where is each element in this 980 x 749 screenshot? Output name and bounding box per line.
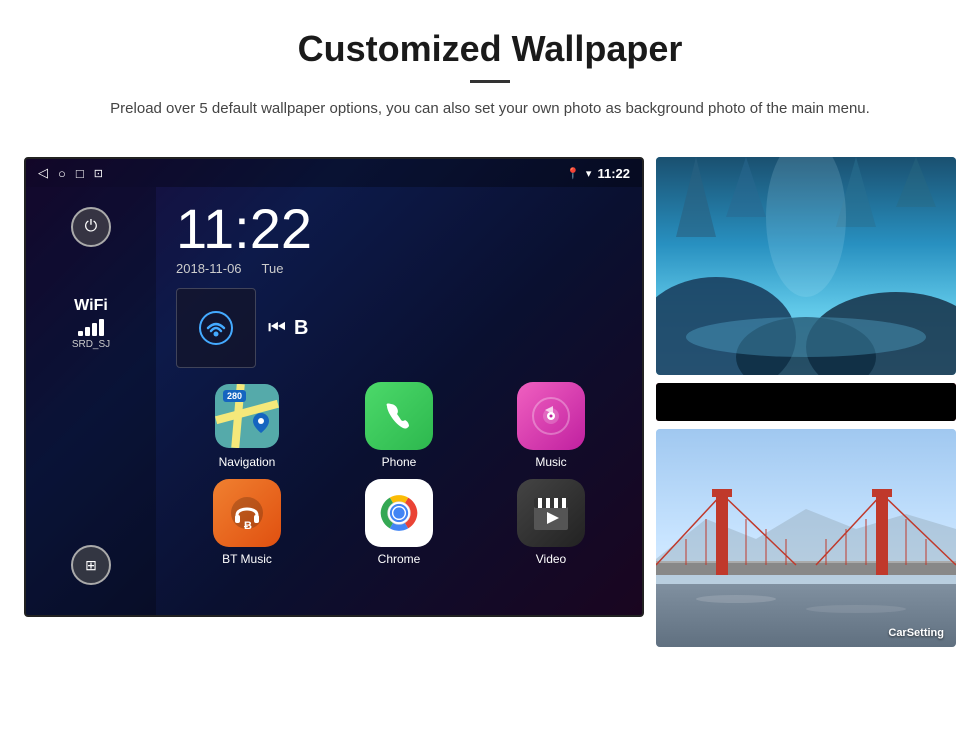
btmusic-label: BT Music	[222, 552, 272, 566]
phone-icon	[365, 382, 433, 450]
wallpaper-ice[interactable]	[656, 157, 956, 375]
ice-wallpaper-svg	[656, 157, 956, 375]
power-button[interactable]: ⏻	[71, 207, 111, 247]
wallpaper-partial	[656, 383, 956, 421]
back-icon[interactable]: ◁	[38, 165, 48, 181]
page-description: Preload over 5 default wallpaper options…	[100, 97, 880, 121]
power-icon: ⏻	[85, 218, 98, 236]
wifi-widget: WiFi SRD_SJ	[72, 297, 110, 350]
chrome-icon	[365, 479, 433, 547]
apps-button[interactable]: ⊞	[71, 545, 111, 585]
music-label: Music	[535, 455, 566, 469]
wifi-bar-2	[85, 327, 90, 336]
partial-wallpaper-svg	[656, 383, 956, 421]
status-time: 11:22	[597, 166, 630, 181]
home-icon[interactable]: ○	[58, 166, 66, 181]
recents-icon[interactable]: □	[76, 166, 84, 181]
page-title: Customized Wallpaper	[60, 28, 920, 70]
prev-track-icon[interactable]: ⏮	[268, 317, 286, 340]
carsetting-label: CarSetting	[888, 627, 944, 639]
video-icon	[517, 479, 585, 547]
media-controls: ⏮ B	[268, 317, 308, 340]
left-sidebar: ⏻ WiFi SRD_SJ ⊞	[26, 187, 156, 615]
status-bar-left: ◁ ○ □ ⊡	[38, 165, 103, 181]
wifi-status-icon: ▾	[586, 167, 592, 180]
app-grid: 280 Navigation	[156, 372, 642, 576]
widget-row: ⏮ B	[156, 284, 642, 372]
clock-date-value: 2018-11-06	[176, 261, 242, 276]
android-screen: ◁ ○ □ ⊡ 📍 ▾ 11:22 ⏻ WiFi	[24, 157, 644, 617]
app-item-phone[interactable]: Phone	[328, 382, 470, 469]
status-bar-right: 📍 ▾ 11:22	[566, 166, 630, 181]
nav-pin	[253, 408, 269, 440]
video-svg	[528, 490, 574, 536]
screenshot-icon[interactable]: ⊡	[94, 167, 103, 180]
bluetooth-icon: B	[294, 317, 308, 340]
app-item-music[interactable]: Music	[480, 382, 622, 469]
app-item-navigation[interactable]: 280 Navigation	[176, 382, 318, 469]
wifi-ssid: SRD_SJ	[72, 339, 110, 350]
content-area: ◁ ○ □ ⊡ 📍 ▾ 11:22 ⏻ WiFi	[0, 139, 980, 667]
bridge-wallpaper-svg	[656, 429, 956, 647]
chrome-svg	[375, 489, 423, 537]
app-item-btmusic[interactable]: Ƀ BT Music	[176, 479, 318, 566]
clock-area: 11:22 2018-11-06 Tue	[156, 187, 642, 284]
wallpaper-column: CarSetting	[656, 157, 956, 647]
clock-time: 11:22	[176, 201, 622, 257]
wifi-label: WiFi	[72, 297, 110, 315]
title-divider	[470, 80, 510, 83]
status-bar: ◁ ○ □ ⊡ 📍 ▾ 11:22	[26, 159, 642, 187]
wifi-bars	[72, 318, 110, 336]
btmusic-icon: Ƀ	[213, 479, 281, 547]
wifi-bar-3	[92, 323, 97, 336]
svg-text:Ƀ: Ƀ	[244, 520, 252, 532]
app-item-chrome[interactable]: Chrome	[328, 479, 470, 566]
chrome-label: Chrome	[378, 552, 421, 566]
phone-label: Phone	[382, 455, 417, 469]
navigation-label: Navigation	[219, 455, 276, 469]
music-svg	[531, 396, 571, 436]
location-icon: 📍	[566, 167, 580, 180]
clock-day-value: Tue	[262, 261, 284, 276]
apps-icon: ⊞	[85, 557, 97, 574]
wifi-large-icon	[198, 310, 234, 346]
wallpaper-bridge[interactable]: CarSetting	[656, 429, 956, 647]
clock-date: 2018-11-06 Tue	[176, 261, 622, 276]
nav-badge: 280	[223, 390, 246, 402]
wifi-widget-card	[176, 288, 256, 368]
wifi-bar-1	[78, 331, 83, 336]
android-main: 11:22 2018-11-06 Tue ⏮	[156, 187, 642, 615]
navigation-icon: 280	[213, 382, 281, 450]
music-icon	[517, 382, 585, 450]
app-item-video[interactable]: Video	[480, 479, 622, 566]
phone-svg	[381, 398, 417, 434]
video-label: Video	[536, 552, 566, 566]
header-section: Customized Wallpaper Preload over 5 defa…	[0, 0, 980, 139]
wifi-bar-4	[99, 319, 104, 336]
btmusic-svg: Ƀ	[227, 493, 267, 533]
